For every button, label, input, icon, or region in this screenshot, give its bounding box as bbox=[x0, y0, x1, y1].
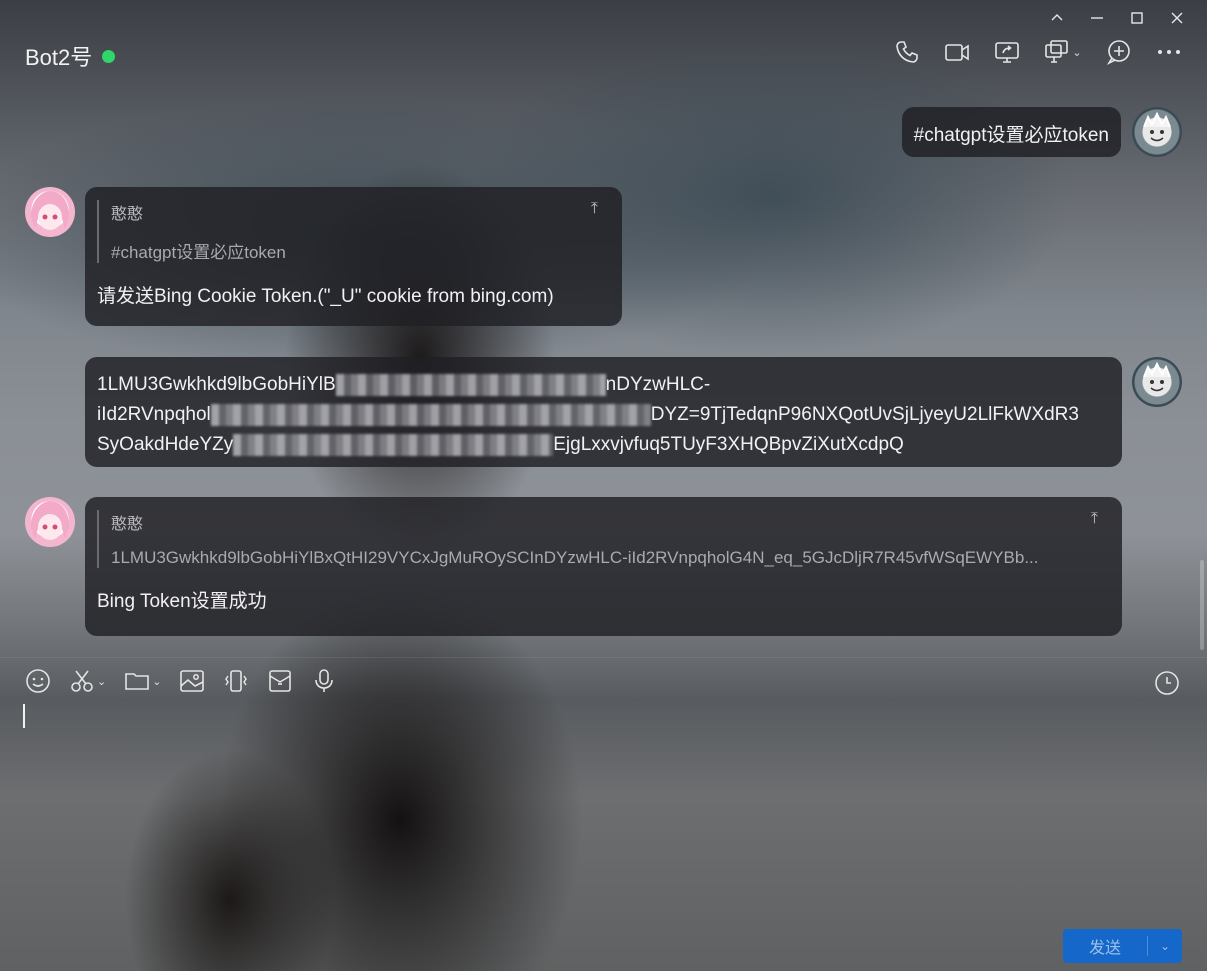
screenshot-icon[interactable]: ⌄ bbox=[69, 668, 106, 694]
clock-icon[interactable] bbox=[1154, 670, 1180, 700]
avatar-self[interactable] bbox=[1132, 107, 1182, 157]
message-bubble-outgoing[interactable]: #chatgpt设置必应token bbox=[901, 107, 1121, 157]
emoji-icon[interactable] bbox=[25, 668, 51, 694]
token-line-2: iId2RVnpqhol DYZ=9TjTedqnP96NXQotUvSjLjye… bbox=[97, 403, 1079, 426]
phone-icon[interactable] bbox=[893, 38, 921, 66]
message-bubble-incoming[interactable]: 憨憨 1LMU3Gwkhkd9lbGobHiYlBxQtHI29VYCxJgMu… bbox=[85, 497, 1122, 636]
message-text: #chatgpt设置必应token bbox=[913, 125, 1109, 146]
send-options-chevron-icon[interactable]: ⌄ bbox=[1148, 939, 1182, 953]
message-text: 请发送Bing Cookie Token.("_U" cookie from b… bbox=[97, 286, 554, 307]
chevron-down-icon[interactable]: ⌄ bbox=[97, 675, 106, 688]
avatar-bot[interactable] bbox=[25, 497, 75, 547]
close-icon[interactable] bbox=[1157, 6, 1197, 30]
send-button[interactable]: 发送 ⌄ bbox=[1063, 929, 1182, 963]
send-button-label: 发送 bbox=[1088, 938, 1121, 957]
message-input-caret[interactable] bbox=[23, 704, 25, 728]
jump-to-quote-icon[interactable]: ⤒ bbox=[1091, 510, 1098, 528]
header-actions: ⌄ bbox=[893, 38, 1183, 66]
minimize-icon[interactable] bbox=[1077, 6, 1117, 30]
mosaic-redaction bbox=[210, 403, 651, 426]
remote-assist-icon[interactable]: ⌄ bbox=[1043, 38, 1083, 66]
reply-quote: 憨憨 #chatgpt设置必应token ⤒ bbox=[97, 200, 610, 263]
microphone-icon[interactable] bbox=[311, 668, 337, 694]
input-divider bbox=[0, 657, 1207, 658]
shake-icon[interactable] bbox=[223, 668, 249, 694]
message-bubble-incoming[interactable]: 憨憨 #chatgpt设置必应token ⤒ 请发送Bing Cookie To… bbox=[85, 187, 622, 326]
video-call-icon[interactable] bbox=[943, 38, 971, 66]
quote-text: 1LMU3Gwkhkd9lbGobHiYlBxQtHI29VYCxJgMuROy… bbox=[111, 548, 1039, 567]
more-icon[interactable] bbox=[1155, 38, 1183, 66]
chat-title: Bot2号 bbox=[25, 40, 116, 72]
maximize-icon[interactable] bbox=[1117, 6, 1157, 30]
quote-text: #chatgpt设置必应token bbox=[111, 243, 286, 262]
message-text: Bing Token设置成功 bbox=[97, 591, 267, 612]
mosaic-redaction bbox=[335, 373, 606, 396]
online-status-dot bbox=[102, 49, 116, 63]
input-toolbar: ⌄ ⌄ bbox=[25, 668, 337, 694]
token-line-3: SyOakdHdeYZy EjgLxxvjvfuq5TUyF3XHQBpvZiXu… bbox=[97, 433, 904, 456]
add-member-icon[interactable] bbox=[1105, 38, 1133, 66]
window-controls bbox=[1037, 6, 1197, 30]
token-line-1: 1LMU3Gwkhkd9lbGobHiYlB nDYzwHLC- bbox=[97, 373, 711, 396]
image-icon[interactable] bbox=[179, 668, 205, 694]
jump-to-quote-icon[interactable]: ⤒ bbox=[591, 200, 598, 218]
message-bubble-outgoing[interactable]: 1LMU3Gwkhkd9lbGobHiYlB nDYzwHLC- iId2RVnp… bbox=[85, 357, 1122, 467]
avatar-self[interactable] bbox=[1132, 357, 1182, 407]
reply-quote: 憨憨 1LMU3Gwkhkd9lbGobHiYlBxQtHI29VYCxJgMu… bbox=[97, 510, 1110, 568]
quote-sender: 憨憨 bbox=[111, 206, 144, 223]
screen-share-icon[interactable] bbox=[993, 38, 1021, 66]
chat-title-text: Bot2号 bbox=[25, 45, 93, 70]
mosaic-redaction bbox=[233, 433, 554, 456]
collapse-icon[interactable] bbox=[1037, 6, 1077, 30]
folder-icon[interactable]: ⌄ bbox=[124, 668, 161, 694]
quote-sender: 憨憨 bbox=[111, 516, 144, 533]
chevron-down-icon[interactable]: ⌄ bbox=[1072, 46, 1081, 59]
avatar-bot[interactable] bbox=[25, 187, 75, 237]
chat-scrollbar[interactable] bbox=[1200, 560, 1204, 650]
chevron-down-icon[interactable]: ⌄ bbox=[152, 675, 161, 688]
red-packet-icon[interactable] bbox=[267, 668, 293, 694]
